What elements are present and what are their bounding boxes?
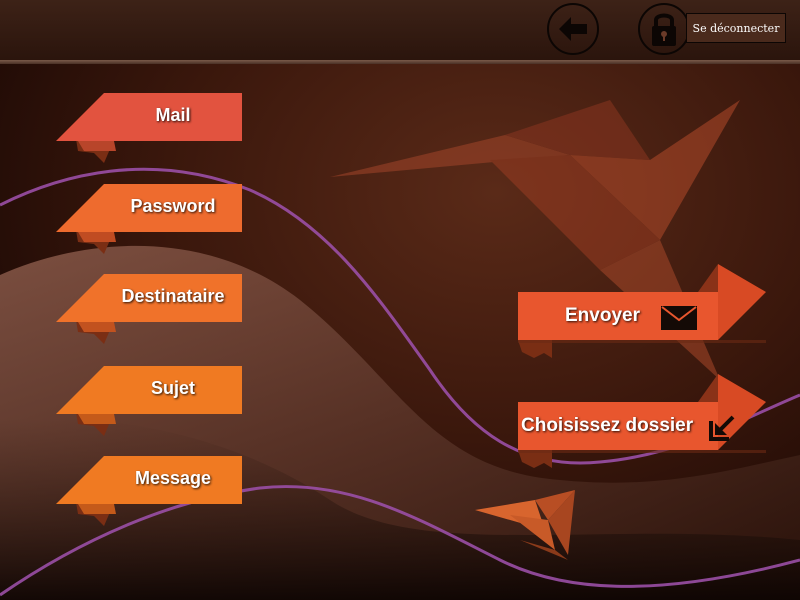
choose-folder-button[interactable]: Choisissez dossier (516, 372, 768, 476)
field-password-label: Password (130, 195, 216, 216)
mail-screen: Se déconnecter Mail Password Destinatair… (0, 0, 800, 600)
logout-button[interactable]: Se déconnecter (686, 13, 786, 43)
field-recipient[interactable]: Destinataire (54, 272, 244, 344)
field-recipient-label: Destinataire (121, 285, 225, 306)
field-mail-label: Mail (155, 104, 191, 125)
send-button[interactable]: Envoyer (516, 262, 768, 366)
top-bar-divider (0, 60, 800, 64)
lock-icon (652, 13, 676, 46)
field-mail[interactable]: Mail (54, 91, 244, 163)
field-subject-label: Sujet (150, 377, 195, 398)
lock-button[interactable] (638, 3, 690, 55)
ribbon-shape (518, 264, 766, 358)
envelope-icon (661, 306, 697, 330)
field-subject[interactable]: Sujet (54, 364, 244, 436)
field-message-label: Message (134, 467, 212, 488)
field-password[interactable]: Password (54, 182, 244, 254)
choose-folder-label: Choisissez dossier (521, 415, 694, 436)
folder-import-icon (709, 415, 735, 441)
field-message[interactable]: Message (54, 454, 244, 526)
back-button[interactable] (547, 3, 599, 55)
arrow-left-icon (559, 17, 587, 41)
send-button-label: Envoyer (565, 305, 640, 326)
